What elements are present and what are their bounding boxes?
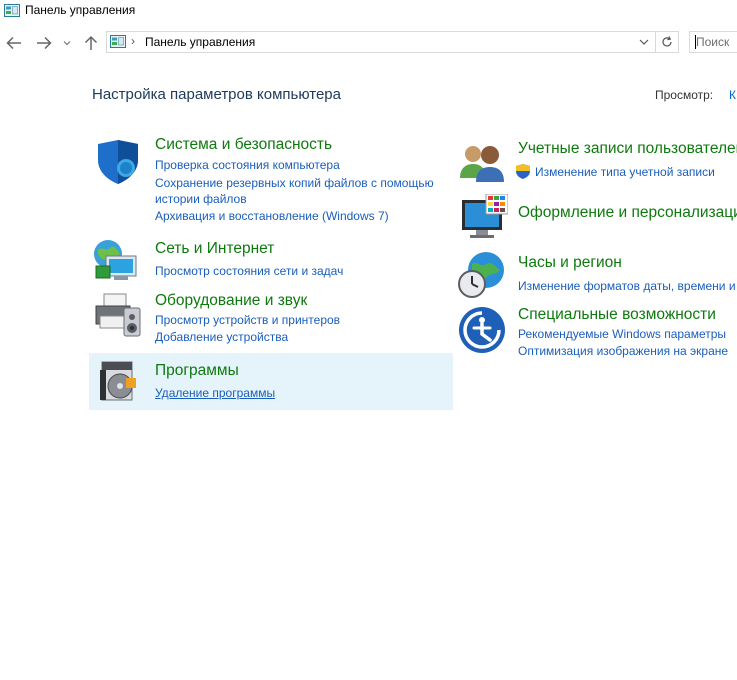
category-title-user-accounts[interactable]: Учетные записи пользователей (518, 140, 737, 158)
category-clock-region: Часы и регион Изменение форматов даты, в… (456, 250, 737, 300)
category-user-accounts: Учетные записи пользователей Изменение т… (458, 140, 737, 186)
clock-globe-icon[interactable] (456, 250, 506, 300)
network-globe-icon[interactable] (92, 238, 142, 284)
link-file-history-backup[interactable]: Сохранение резервных копий файлов с помо… (155, 175, 434, 191)
link-change-date-time-formats[interactable]: Изменение форматов даты, времени и чисел (518, 278, 737, 294)
category-title-programs[interactable]: Программы (155, 362, 239, 380)
control-panel-icon (110, 35, 126, 48)
category-title-system-security[interactable]: Система и безопасность (155, 136, 332, 154)
forward-arrow-icon[interactable] (34, 33, 54, 53)
back-arrow-icon[interactable] (4, 33, 24, 53)
category-appearance-personalization: Оформление и персонализация (458, 194, 737, 244)
link-backup-restore-win7[interactable]: Архивация и восстановление (Windows 7) (155, 208, 389, 224)
category-network-internet: Сеть и Интернет Просмотр состояния сети … (92, 238, 452, 288)
link-add-device[interactable]: Добавление устройства (155, 329, 288, 345)
category-hardware-sound: Оборудование и звук Просмотр устройств и… (92, 290, 452, 348)
uac-shield-icon (516, 164, 530, 179)
link-network-status-tasks[interactable]: Просмотр состояния сети и задач (155, 263, 343, 279)
category-programs: Программы Удаление программы (89, 353, 453, 410)
address-bar[interactable]: › Панель управления (106, 31, 679, 53)
ease-of-access-icon[interactable] (458, 306, 506, 354)
programs-box-disc-icon[interactable] (98, 360, 140, 404)
category-system-security: Система и безопасность Проверка состояни… (92, 136, 452, 228)
category-title-ease-of-access[interactable]: Специальные возможности (518, 306, 716, 324)
breadcrumb[interactable]: Панель управления (145, 35, 255, 49)
page-title: Настройка параметров компьютера (92, 86, 341, 103)
address-dropdown-chevron-icon[interactable] (636, 33, 652, 51)
control-panel-icon (4, 4, 20, 17)
link-uninstall-program[interactable]: Удаление программы (155, 385, 275, 401)
search-input[interactable] (690, 32, 737, 52)
category-title-clock-region[interactable]: Часы и регион (518, 254, 622, 272)
printer-speaker-icon[interactable] (94, 292, 144, 338)
link-change-account-type[interactable]: Изменение типа учетной записи (535, 164, 715, 180)
view-by-dropdown[interactable]: К (729, 88, 736, 102)
text-cursor (695, 35, 696, 49)
category-ease-of-access: Специальные возможности Рекомендуемые Wi… (456, 304, 737, 360)
breadcrumb-separator-icon[interactable]: › (131, 34, 135, 48)
link-devices-printers[interactable]: Просмотр устройств и принтеров (155, 312, 340, 328)
window-title: Панель управления (25, 3, 136, 17)
title-bar: Панель управления (0, 0, 737, 24)
recent-locations-chevron-icon[interactable] (60, 33, 74, 53)
category-title-appearance-personalization[interactable]: Оформление и персонализация (518, 204, 737, 222)
link-recommended-windows-settings[interactable]: Рекомендуемые Windows параметры (518, 326, 726, 342)
monitor-palette-icon[interactable] (460, 194, 508, 242)
category-title-hardware-sound[interactable]: Оборудование и звук (155, 292, 307, 310)
category-title-network-internet[interactable]: Сеть и Интернет (155, 240, 274, 258)
link-optimize-display[interactable]: Оптимизация изображения на экране (518, 343, 728, 359)
view-by-label: Просмотр: (655, 88, 714, 102)
shield-icon[interactable] (94, 138, 142, 186)
search-box[interactable] (689, 31, 737, 53)
link-check-computer-status[interactable]: Проверка состояния компьютера (155, 157, 340, 173)
users-icon[interactable] (458, 142, 506, 184)
link-file-history-backup-cont[interactable]: истории файлов (155, 191, 247, 207)
navigation-bar: › Панель управления (0, 28, 737, 58)
up-arrow-icon[interactable] (81, 33, 101, 53)
refresh-icon[interactable] (655, 32, 678, 52)
